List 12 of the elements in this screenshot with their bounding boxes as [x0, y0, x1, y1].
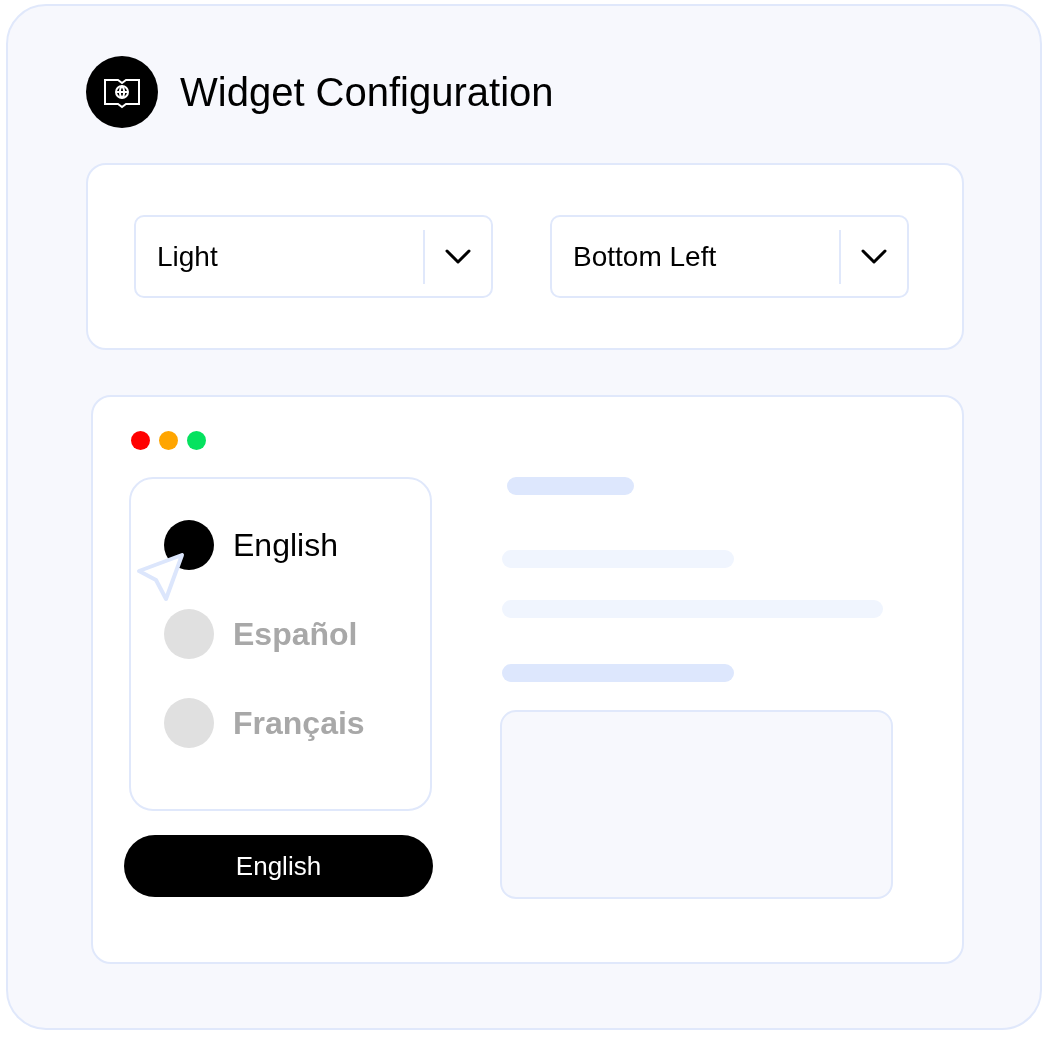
- chevron-down-icon: [445, 248, 471, 265]
- radio-button[interactable]: [164, 698, 214, 748]
- language-label: English: [233, 526, 338, 565]
- radio-button[interactable]: [164, 609, 214, 659]
- language-label: Español: [233, 615, 358, 654]
- dropdown-select[interactable]: Bottom Left: [550, 215, 909, 298]
- radio-button[interactable]: [164, 520, 214, 570]
- language-button[interactable]: English: [124, 835, 433, 897]
- page-title: Widget Configuration: [180, 69, 554, 116]
- dropdown-select[interactable]: Light: [134, 215, 493, 298]
- chevron-down-icon: [861, 248, 887, 265]
- language-label: Français: [233, 704, 365, 743]
